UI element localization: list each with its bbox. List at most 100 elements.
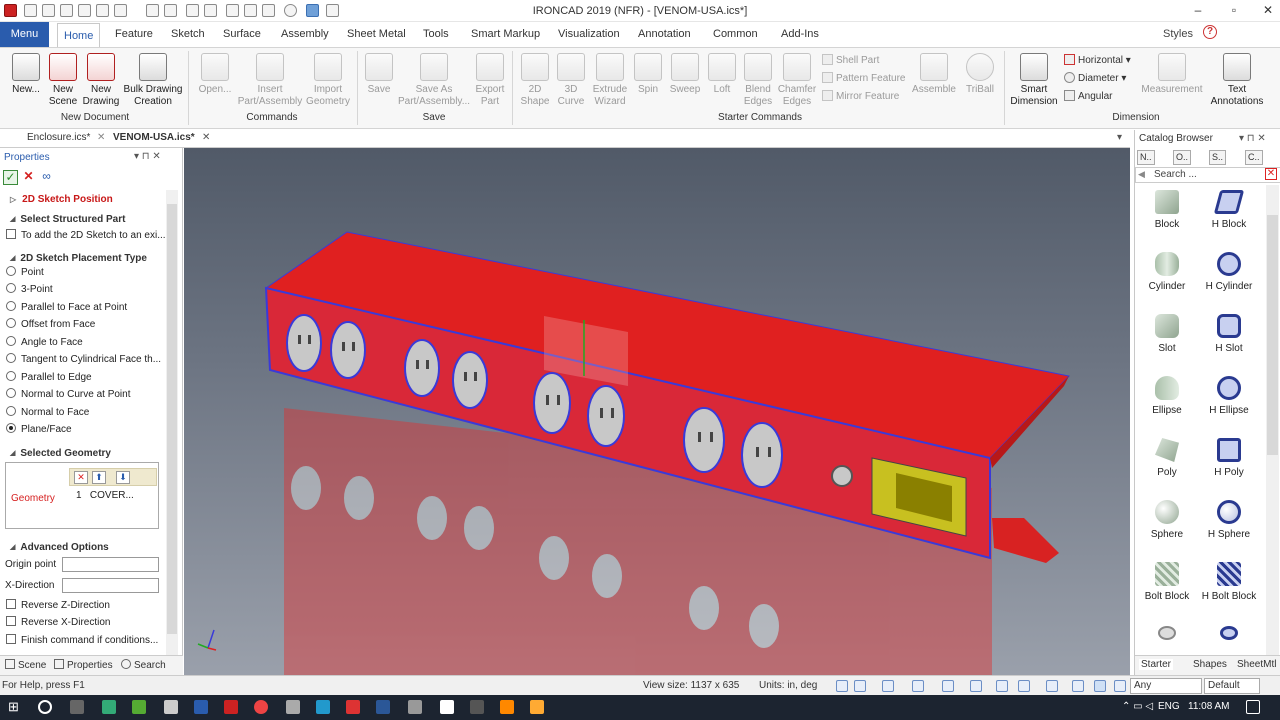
finish-command-checkbox[interactable]: Finish command if conditions... — [0, 632, 166, 649]
3d-curve-button[interactable]: 3D Curve — [554, 53, 588, 108]
app-icon[interactable] — [440, 700, 454, 714]
triball-button[interactable]: TriBall — [962, 53, 998, 96]
close-icon[interactable]: ✕ — [1258, 3, 1278, 17]
catalog-tab[interactable]: N.. — [1137, 150, 1155, 165]
catalog-tab[interactable]: O.. — [1173, 150, 1192, 165]
notification-icon[interactable] — [1246, 700, 1260, 714]
radio-selected-icon[interactable] — [6, 423, 16, 433]
tab-starter[interactable]: Starter — [1139, 659, 1174, 670]
back-icon[interactable]: ◀ — [1138, 169, 1145, 180]
2d-shape-button[interactable]: 2D Shape — [518, 53, 552, 108]
loft-button[interactable]: Loft — [706, 53, 738, 96]
search-icon[interactable] — [38, 700, 52, 714]
catalog-item-ellipse[interactable]: Ellipse — [1136, 376, 1198, 416]
catalog-scrollbar[interactable] — [1266, 185, 1279, 655]
view-icon[interactable] — [942, 680, 954, 692]
catalog-item-h-block[interactable]: H Block — [1198, 190, 1260, 230]
reverse-x-checkbox[interactable]: Reverse X-Direction — [0, 614, 166, 631]
section-icon[interactable] — [1046, 680, 1058, 692]
close-icon[interactable]: ✕ — [202, 132, 210, 143]
3d-viewport[interactable] — [184, 148, 1130, 675]
select-cursor-icon[interactable] — [1094, 680, 1106, 692]
add-sketch-checkbox[interactable]: To add the 2D Sketch to an exi... — [0, 227, 166, 244]
section-selected-geometry[interactable]: Selected Geometry — [0, 445, 166, 462]
placement-option[interactable]: Angle to Face — [0, 334, 166, 351]
catalog-item-h-sphere[interactable]: H Sphere — [1198, 500, 1260, 540]
tab-tools[interactable]: Tools — [417, 22, 455, 47]
glasses-icon[interactable]: ∞ — [39, 170, 54, 185]
diameter-dimension-button[interactable]: Diameter ▾ — [1064, 72, 1126, 84]
menu-button[interactable]: Menu — [0, 22, 49, 47]
checkbox-icon[interactable] — [6, 229, 16, 239]
placement-option[interactable]: Tangent to Cylindrical Face th... — [0, 351, 166, 368]
assemble-button[interactable]: Assemble — [912, 53, 956, 96]
text-annotations-button[interactable]: Text Annotations — [1208, 53, 1266, 108]
radio-icon[interactable] — [6, 371, 16, 381]
catalog-item-block[interactable]: Block — [1136, 190, 1198, 230]
tray-icons[interactable]: ⌃ ▭ ◁ — [1122, 701, 1153, 712]
sweep-button[interactable]: Sweep — [668, 53, 702, 96]
angular-dimension-button[interactable]: Angular — [1064, 90, 1112, 102]
checkbox-icon[interactable] — [6, 616, 16, 626]
windows-start-icon[interactable]: ⊞ — [8, 699, 19, 715]
app-icon[interactable] — [194, 700, 208, 714]
blend-edges-button[interactable]: Blend Edges — [740, 53, 776, 108]
orbit-icon[interactable] — [912, 680, 924, 692]
radio-icon[interactable] — [6, 283, 16, 293]
catalog-tab[interactable]: C.. — [1245, 150, 1263, 165]
tab-sheet-metal[interactable]: Sheet Metal — [341, 22, 412, 47]
zoom-icon[interactable] — [836, 680, 848, 692]
catalog-item-sphere[interactable]: Sphere — [1136, 500, 1198, 540]
open-button[interactable]: Open... — [196, 53, 234, 96]
catalog-item-h-bolt-block[interactable]: H Bolt Block — [1198, 562, 1260, 602]
export-part-button[interactable]: Export Part — [472, 53, 508, 108]
catalog-item-h-poly[interactable]: H Poly — [1198, 438, 1260, 478]
insert-part-button[interactable]: Insert Part/Assembly — [236, 53, 304, 108]
tab-visualization[interactable]: Visualization — [552, 22, 626, 47]
catalog-item-h-ellipse[interactable]: H Ellipse — [1198, 376, 1260, 416]
scrollbar-thumb[interactable] — [1267, 215, 1278, 455]
tab-smart-markup[interactable]: Smart Markup — [465, 22, 546, 47]
styles-dropdown[interactable]: Styles — [1163, 28, 1193, 40]
tab-common[interactable]: Common — [707, 22, 764, 47]
x-direction-field[interactable] — [62, 578, 159, 593]
radio-icon[interactable] — [6, 318, 16, 328]
word-icon[interactable] — [376, 700, 390, 714]
apply-check-icon[interactable]: ✓ — [3, 170, 18, 185]
scrollbar-thumb[interactable] — [167, 204, 177, 634]
tab-feature[interactable]: Feature — [109, 22, 159, 47]
catalog-item-bolt-block[interactable]: Bolt Block — [1136, 562, 1198, 602]
placement-option-selected[interactable]: Plane/Face — [0, 421, 166, 438]
measurement-button[interactable]: Measurement — [1138, 53, 1206, 96]
help-icon[interactable]: ? — [1203, 25, 1217, 39]
catalog-item[interactable] — [1136, 626, 1198, 645]
selection-filter-select[interactable]: Any — [1130, 678, 1202, 694]
bulk-drawing-button[interactable]: Bulk Drawing Creation — [122, 53, 184, 108]
smart-dimension-button[interactable]: Smart Dimension — [1008, 53, 1060, 108]
placement-option[interactable]: 3-Point — [0, 281, 166, 298]
app-icon[interactable] — [500, 700, 514, 714]
extrude-wizard-button[interactable]: Extrude Wizard — [588, 53, 632, 108]
checkbox-icon[interactable] — [6, 634, 16, 644]
radio-icon[interactable] — [6, 388, 16, 398]
tab-annotation[interactable]: Annotation — [632, 22, 697, 47]
app-icon[interactable] — [132, 700, 146, 714]
ironcad-icon[interactable] — [224, 700, 238, 714]
tab-search[interactable]: Search — [121, 659, 166, 671]
catalog-search-input[interactable]: Search ... — [1135, 167, 1280, 183]
language-indicator[interactable]: ENG — [1158, 701, 1180, 712]
placement-option[interactable]: Normal to Curve at Point — [0, 386, 166, 403]
section-select-structured[interactable]: Select Structured Part — [0, 211, 166, 228]
shading-icon[interactable] — [996, 680, 1008, 692]
save-button[interactable]: Save — [362, 53, 396, 96]
display-icon[interactable] — [1018, 680, 1030, 692]
catalog-item-h-cylinder[interactable]: H Cylinder — [1198, 252, 1260, 292]
new-scene-button[interactable]: New Scene — [46, 53, 80, 108]
reverse-z-checkbox[interactable]: Reverse Z-Direction — [0, 597, 166, 614]
catalog-item-slot[interactable]: Slot — [1136, 314, 1198, 354]
tab-shapes[interactable]: Shapes — [1193, 659, 1227, 670]
doc-tab-venom[interactable]: VENOM-USA.ics* — [113, 132, 195, 143]
list-item[interactable]: 1 COVER... — [76, 490, 134, 501]
chamfer-edges-button[interactable]: Chamfer Edges — [776, 53, 818, 108]
radio-icon[interactable] — [6, 266, 16, 276]
